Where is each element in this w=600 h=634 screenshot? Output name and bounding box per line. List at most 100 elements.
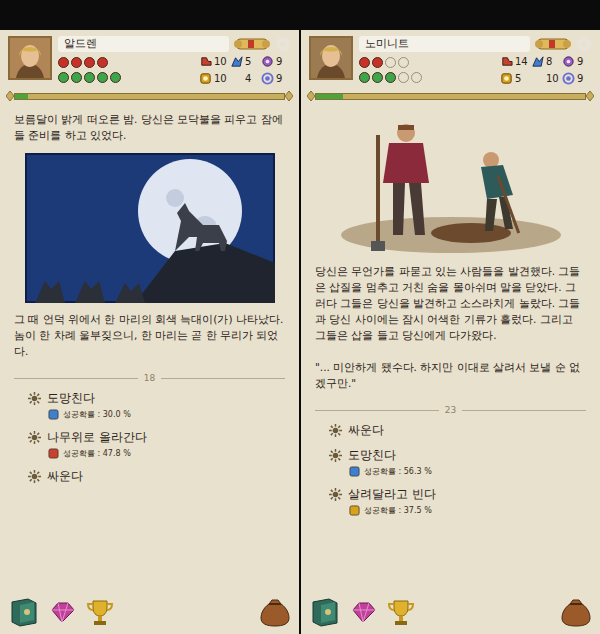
ornament-icon <box>329 449 342 462</box>
point-dot <box>84 72 95 83</box>
ornament-icon <box>329 424 342 437</box>
stat-item: 5 <box>230 55 260 68</box>
gem-icon[interactable] <box>347 596 379 628</box>
choice-text[interactable]: 나무위로 올라간다 <box>47 430 147 445</box>
stat-icon <box>562 72 575 85</box>
book-icon[interactable] <box>309 596 341 628</box>
choice-text[interactable]: 도망친다 <box>348 448 396 463</box>
choice-text[interactable]: 싸운다 <box>348 423 384 438</box>
portrait-icon <box>309 36 353 80</box>
trophy-icon[interactable] <box>385 596 417 628</box>
experience-bar <box>307 91 594 101</box>
point-dot <box>372 72 383 83</box>
stat-value: 5 <box>515 73 521 85</box>
trophy-icon[interactable] <box>84 596 116 628</box>
success-chance: 성공확률 : 56.3 % <box>329 466 586 477</box>
story-image <box>315 115 586 255</box>
choice-label[interactable]: 나무위로 올라간다 <box>28 430 285 445</box>
choice-label[interactable]: 살려달라고 빈다 <box>329 487 586 502</box>
stat-item: 10 <box>531 72 561 85</box>
stat-icon <box>261 55 274 68</box>
choice-text[interactable]: 도망친다 <box>47 391 95 406</box>
stat-item: 10 <box>199 72 229 85</box>
point-dot <box>84 57 95 68</box>
stat-item: 8 <box>531 55 561 68</box>
chance-text: 성공확률 : 56.3 % <box>364 466 432 477</box>
choice-text[interactable]: 싸운다 <box>47 469 83 484</box>
point-dot <box>97 57 108 68</box>
point-dot <box>110 72 121 83</box>
stat-icon <box>199 72 212 85</box>
bar-cap-icon <box>586 91 594 101</box>
character-name: 노미니트 <box>359 36 530 52</box>
point-dot <box>71 72 82 83</box>
gear-icon[interactable] <box>275 36 291 52</box>
ornament-icon <box>28 392 41 405</box>
story-quote: "... 미안하게 됐수다. 하지만 이대로 살려서 보낼 순 없겠구만." <box>315 359 586 391</box>
stat-item: 9 <box>261 55 291 68</box>
gear-icon[interactable] <box>576 36 592 52</box>
chance-text: 성공확률 : 37.5 % <box>364 505 432 516</box>
stat-value: 9 <box>276 73 282 85</box>
choice-label[interactable]: 싸운다 <box>28 469 285 484</box>
stat-item: 10 <box>199 55 229 68</box>
stat-icon <box>500 72 513 85</box>
choice-label[interactable]: 도망친다 <box>329 448 586 463</box>
point-dot <box>71 57 82 68</box>
stat-value: 9 <box>276 56 282 68</box>
stat-icon <box>261 72 274 85</box>
choice-item[interactable]: 살려달라고 빈다성공확률 : 37.5 % <box>329 487 586 516</box>
choice-item[interactable]: 도망친다성공확률 : 56.3 % <box>329 448 586 477</box>
bag-icon[interactable] <box>560 596 592 628</box>
choice-label[interactable]: 도망친다 <box>28 391 285 406</box>
chance-text: 성공확률 : 47.8 % <box>63 448 131 459</box>
choice-item[interactable]: 나무위로 올라간다성공확률 : 47.8 % <box>28 430 285 459</box>
success-chance: 성공확률 : 37.5 % <box>329 505 586 516</box>
vitals <box>359 55 496 85</box>
point-dot <box>398 72 409 83</box>
stat-item: 4 <box>230 72 260 85</box>
scroll-icon[interactable] <box>233 36 271 52</box>
scroll-icon[interactable] <box>534 36 572 52</box>
bar-cap-icon <box>285 91 293 101</box>
page-number: 23 <box>445 405 456 415</box>
chance-text: 성공확률 : 30.0 % <box>63 409 131 420</box>
success-chance: 성공확률 : 30.0 % <box>28 409 285 420</box>
point-dot <box>359 57 370 68</box>
divider-line <box>315 410 439 411</box>
experience-fill <box>316 94 343 99</box>
stat-value: 4 <box>245 73 251 85</box>
stat-icon <box>349 505 360 516</box>
divider-line <box>462 410 586 411</box>
stat-grid: 14895109 <box>500 55 592 85</box>
stat-value: 10 <box>546 73 559 85</box>
point-dot <box>385 57 396 68</box>
stat-icon <box>500 55 513 68</box>
stat-item: 9 <box>562 72 592 85</box>
bag-icon[interactable] <box>259 596 291 628</box>
point-dot <box>372 57 383 68</box>
stat-icon <box>230 55 243 68</box>
stat-item: 9 <box>261 72 291 85</box>
gem-icon[interactable] <box>46 596 78 628</box>
diggers-illustration <box>321 115 581 255</box>
bar-cap-icon <box>307 91 315 101</box>
choice-item[interactable]: 싸운다 <box>329 423 586 438</box>
story-text: 보름달이 밝게 떠오른 밤. 당신은 모닥불을 피우고 잠에 들 준비를 하고 … <box>14 111 285 143</box>
choice-item[interactable]: 도망친다성공확률 : 30.0 % <box>28 391 285 420</box>
ornament-icon <box>329 488 342 501</box>
stat-value: 8 <box>546 56 552 68</box>
book-icon[interactable] <box>8 596 40 628</box>
stat-value: 9 <box>577 56 583 68</box>
choice-item[interactable]: 싸운다 <box>28 469 285 484</box>
bottom-toolbar <box>301 592 600 630</box>
dot-row <box>58 72 195 83</box>
choice-text[interactable]: 살려달라고 빈다 <box>348 487 436 502</box>
stat-icon <box>531 55 544 68</box>
choice-label[interactable]: 싸운다 <box>329 423 586 438</box>
choice-list: 싸운다도망친다성공확률 : 56.3 % 살려달라고 빈다성공확률 : 37.5 … <box>315 423 586 516</box>
stat-item: 9 <box>562 55 592 68</box>
page-divider: 18 <box>14 373 285 383</box>
header-main: 노미니트14895109 <box>359 36 592 85</box>
game-panel: 노미니트14895109당신은 무언가를 파묻고 있는 사람들을 발견했다. 그… <box>301 30 600 634</box>
